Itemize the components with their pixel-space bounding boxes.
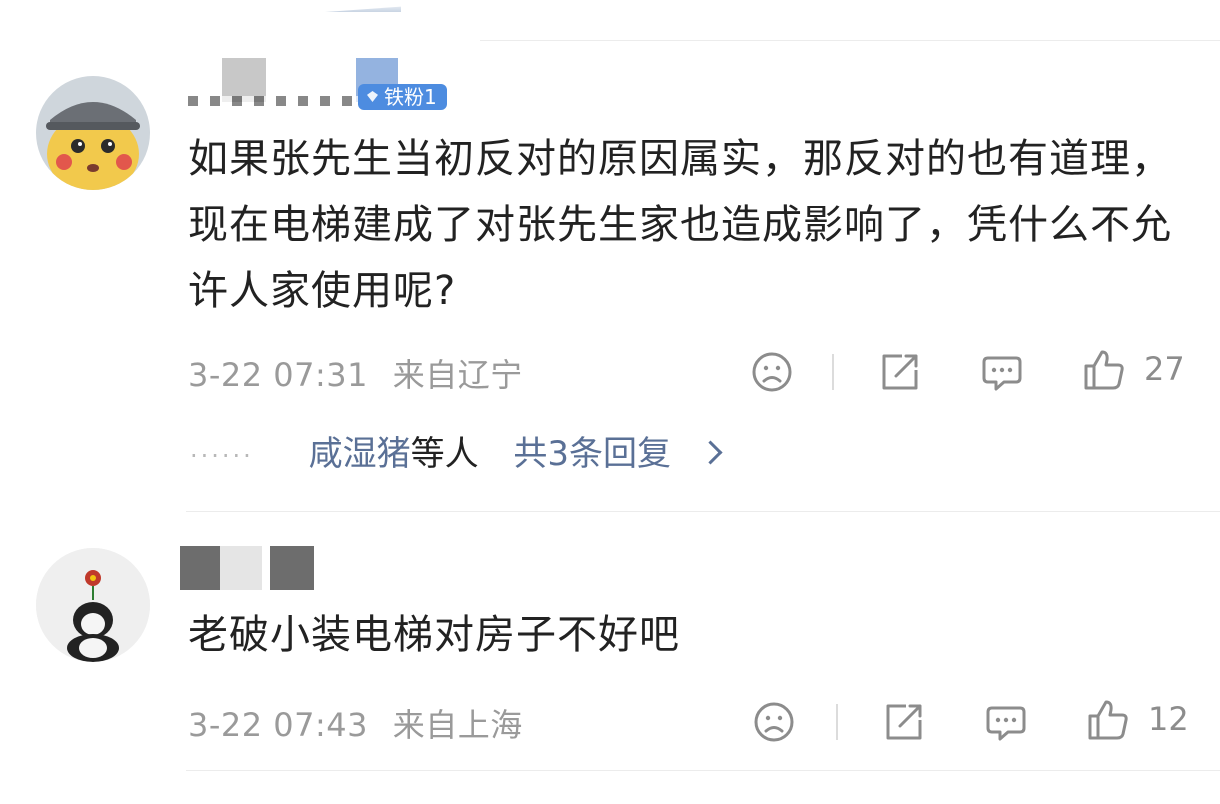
comment-time: 3-22 07:43 <box>188 706 369 744</box>
share-icon[interactable] <box>878 350 922 394</box>
thumbs-up-icon[interactable] <box>1082 348 1126 392</box>
divider <box>186 770 1220 771</box>
reply-summary[interactable]: ······ 咸湿猪等人 共3条回复 <box>190 426 723 475</box>
like-count: 27 <box>1144 350 1185 388</box>
vertical-separator <box>836 704 838 740</box>
comment-meta: 3-22 07:31 来自辽宁 <box>188 350 523 396</box>
comment-text: 如果张先生当初反对的原因属实，那反对的也有道理，现在电梯建成了对张先生家也造成影… <box>188 136 1172 314</box>
divider <box>186 511 1220 512</box>
reply-users[interactable]: 咸湿猪 <box>309 434 411 474</box>
reply-count[interactable]: 共3条回复 <box>513 434 671 474</box>
thumbs-up-icon[interactable] <box>1086 698 1130 742</box>
share-icon[interactable] <box>882 700 926 744</box>
comment-meta: 3-22 07:43 来自上海 <box>188 700 523 746</box>
username-blurred[interactable] <box>180 546 314 590</box>
comment-text: 老破小装电梯对房子不好吧 <box>188 612 680 658</box>
username-remnant <box>188 96 358 106</box>
reply-dots: ······ <box>190 441 254 470</box>
comment-location: 来自辽宁 <box>392 356 523 394</box>
vertical-separator <box>832 354 834 390</box>
comment-time: 3-22 07:31 <box>188 356 369 394</box>
comment-bubble-icon[interactable] <box>984 700 1028 744</box>
avatar[interactable] <box>36 76 150 190</box>
comment-bubble-icon[interactable] <box>980 350 1024 394</box>
reply-others: 等人 <box>410 434 479 474</box>
comment-location: 来自上海 <box>392 706 523 744</box>
chevron-right-icon[interactable] <box>698 440 723 465</box>
sad-face-icon[interactable] <box>752 700 796 744</box>
divider <box>480 40 1220 41</box>
sad-face-icon[interactable] <box>750 350 794 394</box>
scroll-remnant <box>325 6 401 12</box>
avatar[interactable] <box>36 548 150 662</box>
fan-badge: 铁粉1 <box>358 84 447 110</box>
like-count: 12 <box>1148 700 1189 738</box>
